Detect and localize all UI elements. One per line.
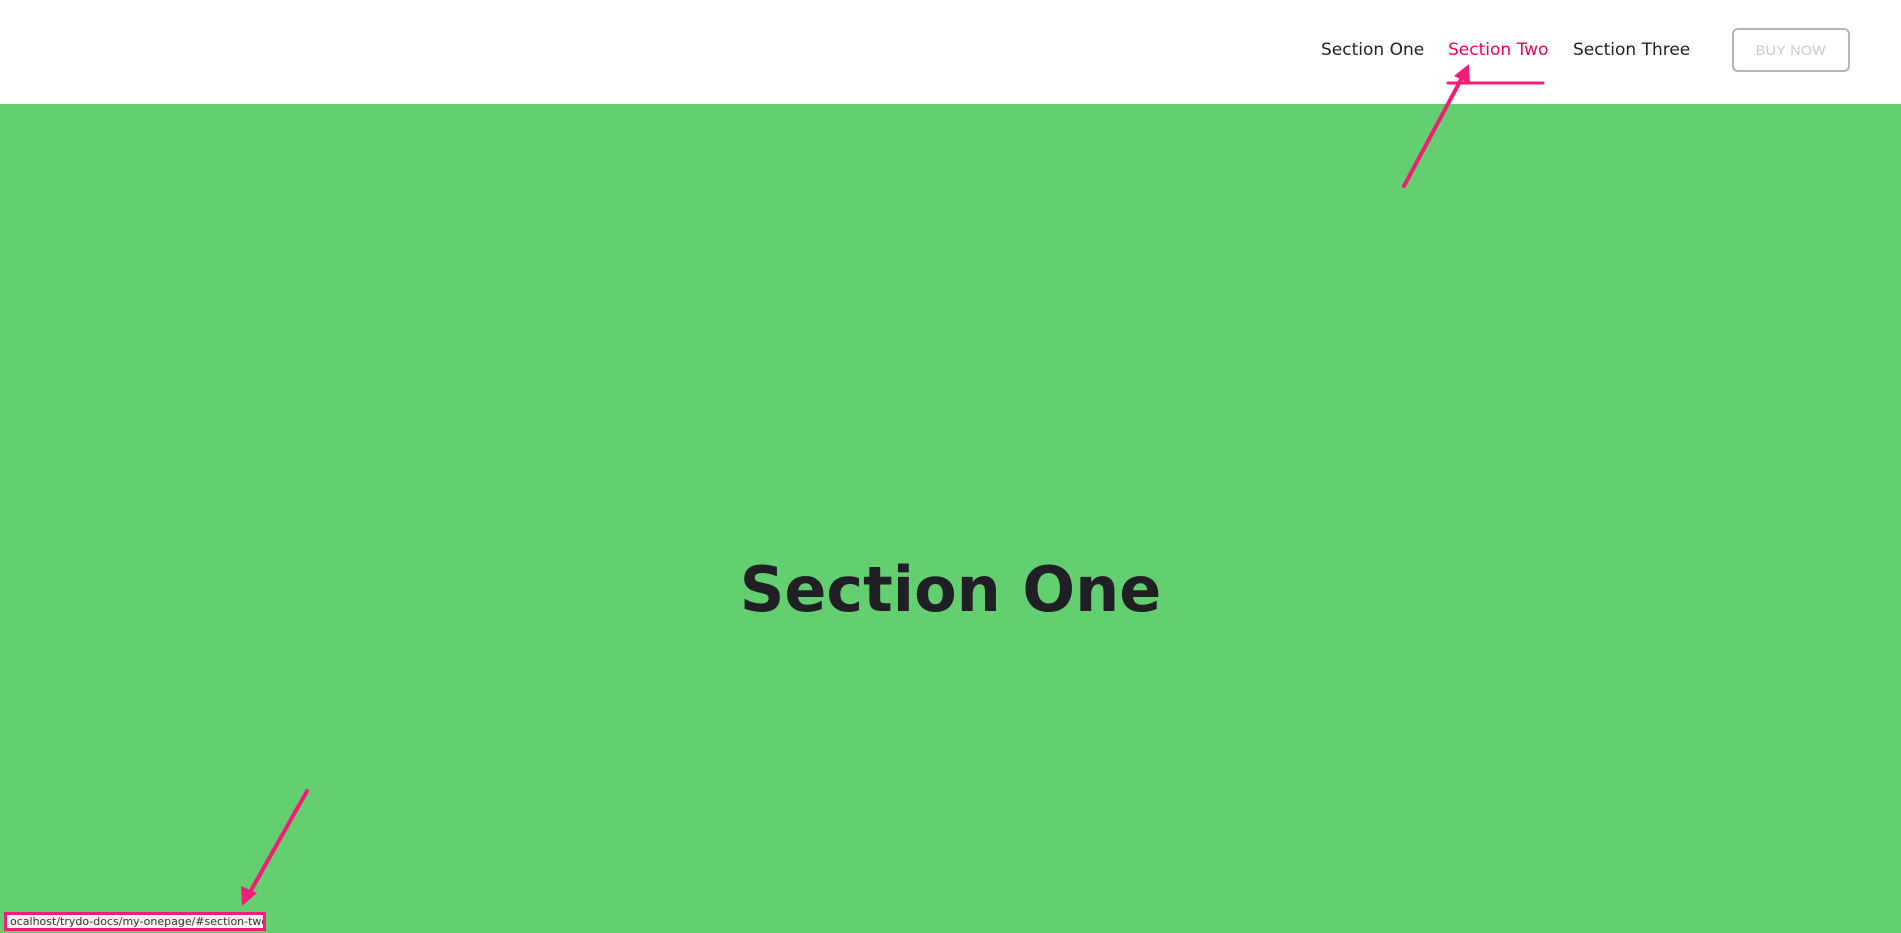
- status-bar-url: ocalhost/trydo-docs/my-onepage/#section-…: [4, 912, 266, 931]
- top-header: Section One Section Two Section Three BU…: [0, 0, 1901, 104]
- nav-section-three[interactable]: Section Three: [1573, 38, 1690, 62]
- annotation-arrowhead-bottom: [241, 886, 257, 906]
- hero-title: Section One: [739, 553, 1162, 626]
- annotation-overlay: [241, 64, 1545, 906]
- nav-section-one[interactable]: Section One: [1321, 38, 1424, 62]
- nav-section-two[interactable]: Section Two: [1448, 38, 1548, 62]
- page: Section One Section Two Section Three BU…: [0, 0, 1901, 933]
- annotation-arrow-bottom: [247, 789, 309, 896]
- buy-now-button[interactable]: BUY NOW: [1732, 28, 1850, 72]
